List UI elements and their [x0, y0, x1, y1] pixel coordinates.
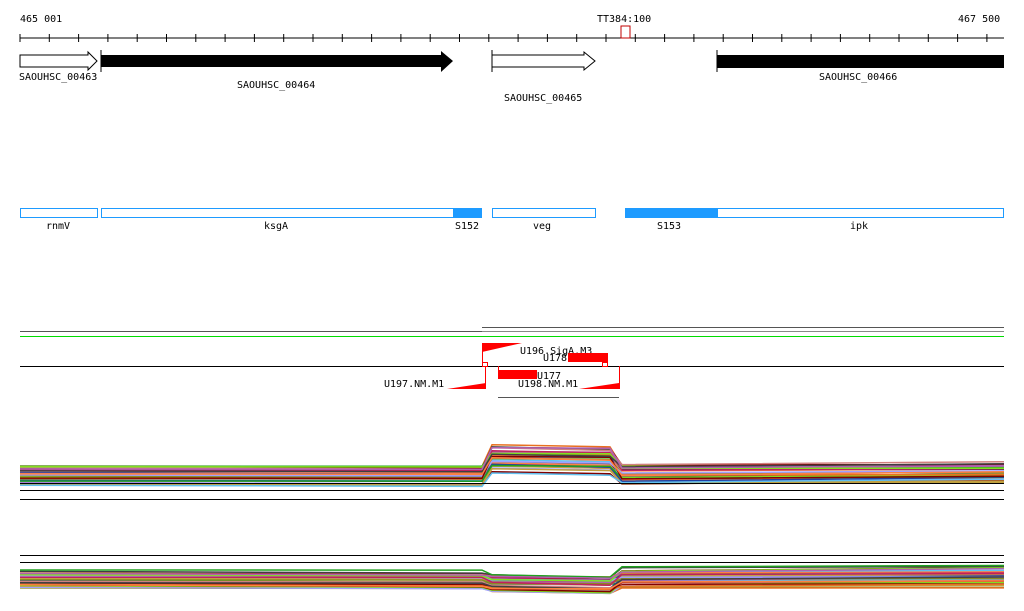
gene-label: SAOUHSC_00466 — [819, 72, 897, 83]
annotation-label: S152 — [455, 221, 479, 232]
gene-track: SAOUHSC_00463 SAOUHSC_00464 SAOUHSC_0046… — [19, 50, 1004, 104]
feature-label: U197.NM.M1 — [384, 379, 444, 390]
marker-label: TT384:100 — [597, 14, 651, 25]
annotation-ipk[interactable] — [717, 208, 1004, 218]
gene-saouhsc-00466[interactable]: SAOUHSC_00466 — [716, 50, 1004, 83]
feature-u197[interactable]: U197.NM.M1 — [384, 366, 486, 390]
annotation-rnmV[interactable] — [20, 208, 98, 218]
genome-browser: 465 001 467 500 TT384:100 SAOUHSC_00463 … — [19, 14, 1005, 595]
ruler-start-label: 465 001 — [20, 14, 62, 25]
gene-saouhsc-00465[interactable]: SAOUHSC_00465 — [491, 50, 596, 104]
feature-label: U178 — [543, 353, 567, 364]
gene-label: SAOUHSC_00464 — [237, 80, 315, 91]
ruler-end-label: 467 500 — [958, 14, 1000, 25]
annotation-track: rnmV ksgA S152 veg S153 ipk — [20, 208, 1004, 232]
annotation-veg[interactable] — [492, 208, 596, 218]
annotation-label: veg — [533, 221, 551, 232]
annotation-label: rnmV — [46, 221, 70, 232]
marker-box[interactable] — [620, 25, 631, 39]
feature-label: U198.NM.M1 — [518, 379, 578, 390]
ruler: 465 001 467 500 TT384:100 — [19, 14, 1004, 42]
annotation-label: ipk — [850, 221, 868, 232]
annotation-ksgA[interactable] — [101, 208, 482, 218]
annotation-label: S153 — [657, 221, 681, 232]
gene-saouhsc-00464[interactable]: SAOUHSC_00464 — [100, 50, 453, 91]
expression-plot-lower — [19, 555, 1005, 595]
feature-u178[interactable]: U178 — [543, 353, 608, 367]
gene-saouhsc-00463[interactable]: SAOUHSC_00463 — [19, 50, 98, 83]
gene-label: SAOUHSC_00465 — [504, 93, 582, 104]
gene-label: SAOUHSC_00463 — [19, 72, 97, 83]
annotation-S152[interactable] — [453, 208, 482, 218]
expression-plot-upper — [19, 443, 1005, 500]
annotation-S153[interactable] — [625, 208, 717, 218]
feature-track: U196.SigA.M3 U178 U177 U197.NM.M1 U198.N… — [20, 327, 1004, 398]
annotation-label: ksgA — [264, 221, 288, 232]
